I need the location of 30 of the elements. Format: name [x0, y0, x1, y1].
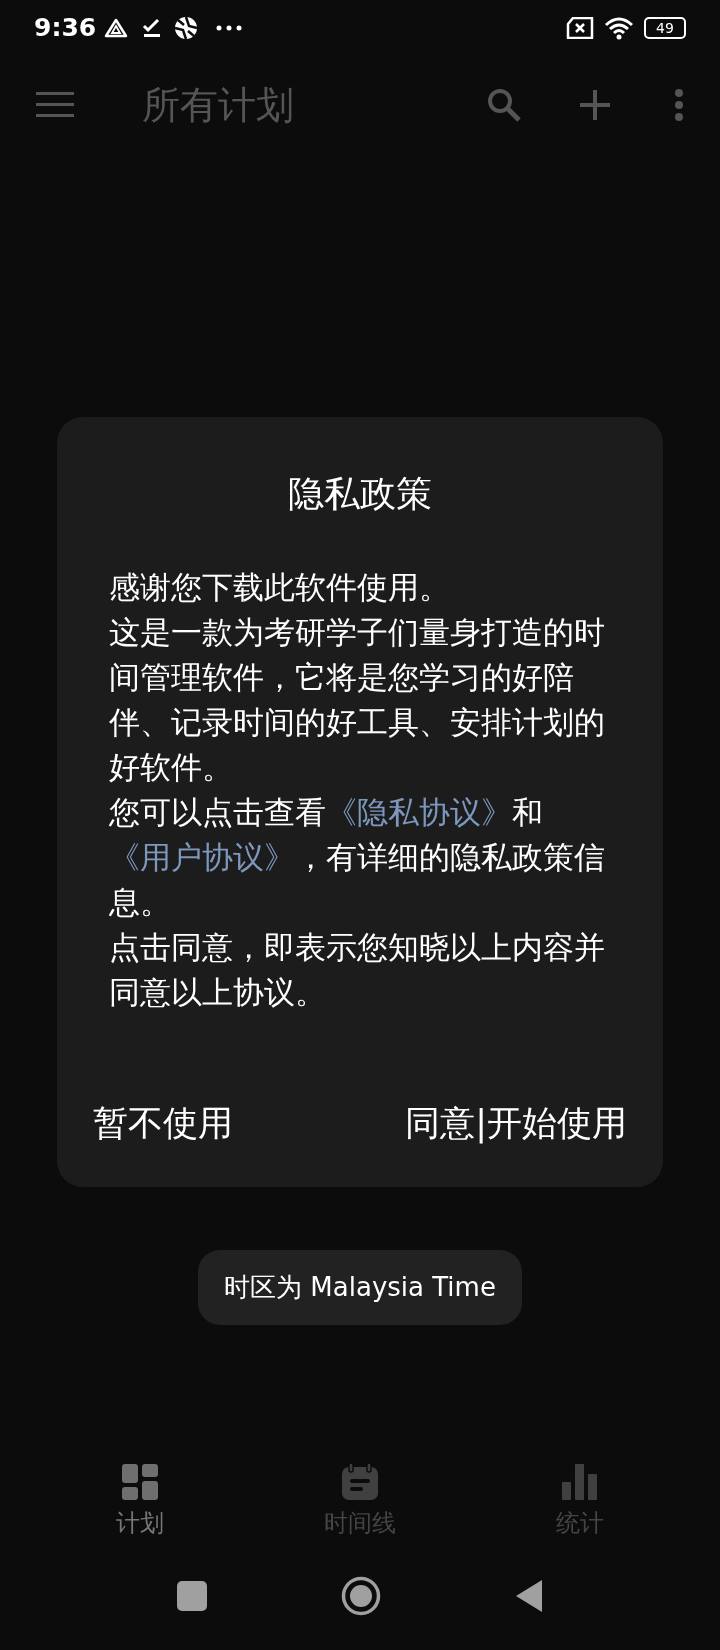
nav-tab[interactable]: 计划 [60, 1463, 220, 1541]
dialog-paragraph: 您可以点击查看《隐私协议》和 《用户协议》，有详细的隐私政策信息。 [109, 793, 606, 922]
menu-icon[interactable] [36, 91, 74, 119]
agreement-link[interactable]: 《用户协议》 [109, 839, 295, 875]
bar-chart-icon [561, 1463, 599, 1501]
more-dots-icon [216, 24, 243, 31]
dialog-paragraph: 点击同意，即表示您知晓以上内容并同意以上协议。 [109, 928, 606, 1012]
aperture-icon [174, 15, 199, 40]
more-vertical-icon[interactable] [674, 88, 684, 122]
back-button-icon[interactable] [515, 1578, 543, 1613]
dashboard-icon [121, 1463, 159, 1501]
toast: 时区为 Malaysia Time [198, 1250, 522, 1325]
dialog-paragraph: 感谢您下载此软件使用。 [109, 568, 451, 607]
add-icon[interactable] [580, 90, 610, 120]
search-icon[interactable] [486, 87, 522, 123]
dialog-title: 隐私政策 [288, 472, 432, 516]
status-time: 9:36 [34, 11, 97, 44]
download-done-icon [142, 17, 163, 38]
dialog-paragraph: 这是一款为考研学子们量身打造的时间管理软件，它将是您学习的好陪伴、记录时间的好工具、安排计划的好软件。 [109, 613, 606, 787]
notepad-icon [341, 1463, 379, 1501]
wifi-icon [604, 15, 634, 40]
app-title: 所有计划 [142, 81, 294, 129]
recents-button-icon[interactable] [177, 1580, 207, 1611]
triangle-icon [104, 17, 129, 38]
battery-level: 49 [656, 20, 674, 35]
agreement-link[interactable]: 《隐私协议》 [326, 794, 512, 830]
decline-button[interactable]: 暂不使用 [77, 1088, 249, 1157]
home-button-icon[interactable] [341, 1575, 381, 1616]
agree-button[interactable]: 同意|开始使用 [389, 1088, 643, 1157]
no-sim-icon [566, 16, 594, 39]
